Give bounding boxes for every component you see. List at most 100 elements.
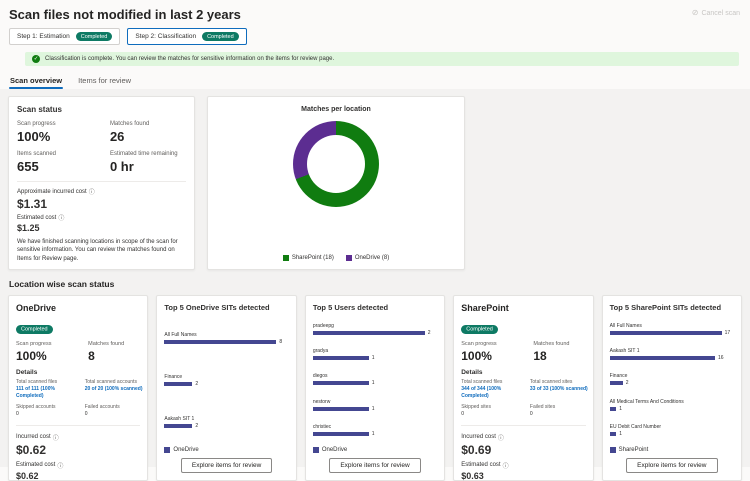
onedrive-estimated-label: Estimated cost ⓘ [16,461,140,470]
scan-finished-note: We have finished scanning locations in s… [17,238,186,263]
sharepoint-status-badge: Completed [461,325,498,334]
sharepoint-sits-chart-title: Top 5 SharePoint SITs detected [610,303,734,312]
bar-row: Aakash SIT 1 2 [164,416,288,429]
bar [313,331,425,335]
onedrive-skipped-accounts: Skipped accounts 0 [16,404,81,418]
onedrive-failed-accounts: Failed accounts 0 [85,404,145,418]
info-icon[interactable]: ⓘ [503,461,509,470]
sharepoint-card-title: SharePoint [461,303,585,313]
main-content: Scan status Scan progress 100% Matches f… [0,89,750,467]
cancel-scan-button[interactable]: ⊘ Cancel scan [692,9,740,17]
sharepoint-total-files: Total scanned files 344 of 344 (100% Com… [461,379,526,399]
success-check-icon: ✓ [32,55,40,63]
onedrive-sits-chart-title: Top 5 OneDrive SITs detected [164,303,288,312]
sharepoint-swatch [283,255,289,261]
onedrive-matches-found: Matches found 8 [88,341,140,363]
sharepoint-sites-link[interactable]: 33 of 33 (100% scanned) [530,386,590,393]
sharepoint-files-link[interactable]: 344 of 344 (100% Completed) [461,386,526,399]
bar-row: Finance 2 [610,373,734,386]
explore-items-button[interactable]: Explore items for review [181,458,272,473]
bar-row: gradya 1 [313,348,437,361]
onedrive-details-label: Details [16,369,140,376]
sharepoint-estimated-label: Estimated cost ⓘ [461,461,585,470]
bar [313,432,369,436]
donut-legend: SharePoint (18) OneDrive (8) [283,255,389,261]
cancel-scan-label: Cancel scan [701,10,740,17]
bar [313,356,369,360]
bar [164,340,276,344]
sharepoint-incurred-value: $0.69 [461,443,585,457]
sharepoint-incurred-label: Incurred cost ⓘ [461,433,585,442]
scan-status-card: Scan status Scan progress 100% Matches f… [8,96,195,270]
top-users-chart-card: Top 5 Users detected pradeepg 2 gradya 1… [305,295,445,481]
divider [17,181,186,182]
bar-row: All Full Names 8 [164,332,288,345]
bar-row: christiec 1 [313,424,437,437]
page-title: Scan files not modified in last 2 years [9,7,241,22]
onedrive-incurred-value: $0.62 [16,443,140,457]
info-icon[interactable]: ⓘ [58,213,64,222]
onedrive-files-link[interactable]: 111 of 111 (100% Completed) [16,386,81,399]
location-section-title: Location wise scan status [9,279,741,289]
info-icon[interactable]: ⓘ [89,187,95,196]
scan-status-title: Scan status [17,105,186,114]
step-1-estimation[interactable]: Step 1: Estimation Completed [9,28,120,45]
bar-row: nestorw 1 [313,399,437,412]
metric-items-scanned: Items scanned 655 [17,151,110,174]
explore-items-button[interactable]: Explore items for review [626,458,717,473]
estimated-cost-value: $1.25 [17,223,186,233]
sharepoint-status-card: SharePoint Completed Scan progress 100% … [453,295,593,481]
onedrive-total-accounts: Total scanned accounts 20 of 20 (100% sc… [85,379,145,399]
incurred-cost-value: $1.31 [17,197,186,211]
onedrive-accounts-link[interactable]: 20 of 20 (100% scanned) [85,386,145,393]
bar-row: EU Debit Card Number 1 [610,424,734,437]
legend-onedrive: OneDrive (8) [346,255,389,261]
bar [610,381,623,385]
onedrive-incurred-label: Incurred cost ⓘ [16,433,140,442]
tab-scan-overview[interactable]: Scan overview [9,74,63,89]
metric-scan-progress: Scan progress 100% [17,121,110,144]
sharepoint-scan-progress: Scan progress 100% [461,341,533,363]
onedrive-sits-chart-card: Top 5 OneDrive SITs detected All Full Na… [156,295,296,481]
sharepoint-details-label: Details [461,369,585,376]
top-users-chart-title: Top 5 Users detected [313,303,437,312]
matches-donut [293,121,379,207]
bar [610,432,617,436]
onedrive-scan-progress: Scan progress 100% [16,341,88,363]
sharepoint-total-sites: Total scanned sites 33 of 33 (100% scann… [530,379,590,399]
legend-sharepoint: SharePoint (18) [283,255,334,261]
top-users-bars: pradeepg 2 gradya 1 diegos 1 nestorw 1 c… [313,315,437,443]
onedrive-swatch [346,255,352,261]
info-icon[interactable]: ⓘ [498,433,504,442]
sharepoint-matches-found: Matches found 18 [533,341,585,363]
bar-row: All Medical Terms And Conditions 1 [610,399,734,412]
bar-row: All Full Names 17 [610,323,734,336]
tab-items-for-review[interactable]: Items for review [77,74,132,89]
chart-legend: OneDrive [313,447,437,453]
scan-status-metrics: Scan progress 100% Matches found 26 Item… [17,121,186,174]
top-bar: Scan files not modified in last 2 years … [0,0,750,24]
step-1-label: Step 1: Estimation [17,33,70,40]
explore-items-button[interactable]: Explore items for review [329,458,420,473]
bar-row: Finance 2 [164,374,288,387]
onedrive-estimated-value: $0.62 [16,471,140,481]
bar [313,407,369,411]
bar [610,331,722,335]
sharepoint-skipped-sites: Skipped sites 0 [461,404,526,418]
info-icon[interactable]: ⓘ [53,433,59,442]
bar [313,381,369,385]
onedrive-card-title: OneDrive [16,303,140,313]
chart-legend: SharePoint [610,447,734,453]
info-icon[interactable]: ⓘ [57,461,63,470]
sharepoint-failed-sites: Failed sites 0 [530,404,590,418]
step-1-status-badge: Completed [76,32,113,41]
step-2-classification[interactable]: Step 2: Classification Completed [127,28,246,45]
donut-hole [307,135,365,193]
matches-per-location-card: Matches per location SharePoint (18) One… [207,96,465,270]
step-2-status-badge: Completed [202,32,239,41]
bar-row: diegos 1 [313,373,437,386]
onedrive-status-badge: Completed [16,325,53,334]
bar [164,382,192,386]
metric-time-remaining: Estimated time remaining 0 hr [110,151,186,174]
sharepoint-sits-chart-card: Top 5 SharePoint SITs detected All Full … [602,295,742,481]
